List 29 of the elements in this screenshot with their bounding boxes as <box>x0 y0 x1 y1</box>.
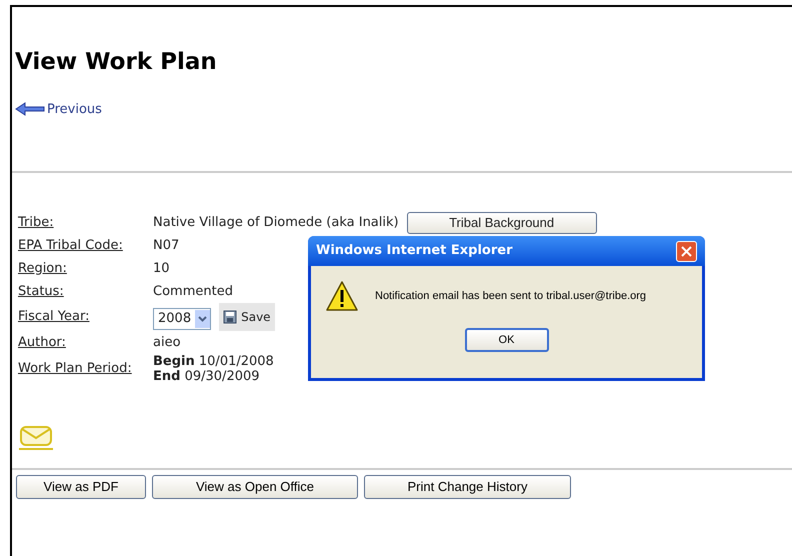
warning-icon <box>325 280 359 312</box>
field-value: Native Village of Diomede (aka Inalik) <box>153 214 399 232</box>
action-button[interactable]: View as PDF <box>16 475 146 499</box>
close-icon <box>681 246 692 256</box>
ok-button[interactable]: OK <box>464 328 548 352</box>
action-button[interactable]: Print Change History <box>364 475 571 499</box>
field-label: Region: <box>18 260 68 278</box>
field-label: Author: <box>18 334 67 352</box>
left-arrow-icon <box>15 102 45 116</box>
save-button[interactable]: Save <box>219 303 275 331</box>
begin-date: Begin 10/01/2008 <box>153 354 274 369</box>
field-label: Work Plan Period: <box>18 360 133 378</box>
field-value: N07 <box>153 236 180 255</box>
previous-link[interactable]: Previous <box>15 100 102 119</box>
tribal-background-button[interactable]: Tribal Background <box>406 212 597 234</box>
dialog-title: Windows Internet Explorer <box>316 242 513 260</box>
field-value: 10 <box>153 260 170 278</box>
field-label: Tribe: <box>18 214 55 232</box>
field-value: Commented <box>153 282 233 301</box>
field-value: aieo <box>153 334 181 352</box>
page-title: View Work Plan <box>15 48 218 77</box>
dialog-message: Notification email has been sent to tribal.user@tribe.org <box>375 288 646 304</box>
year-select[interactable]: 2008 <box>153 308 212 330</box>
field-label: Status: <box>18 282 65 301</box>
action-button[interactable]: View as Open Office <box>152 475 358 499</box>
field-label: EPA Tribal Code: <box>18 236 124 255</box>
close-button[interactable] <box>676 240 697 262</box>
field-label: Fiscal Year: <box>18 308 90 326</box>
end-date: End 09/30/2009 <box>153 369 261 384</box>
